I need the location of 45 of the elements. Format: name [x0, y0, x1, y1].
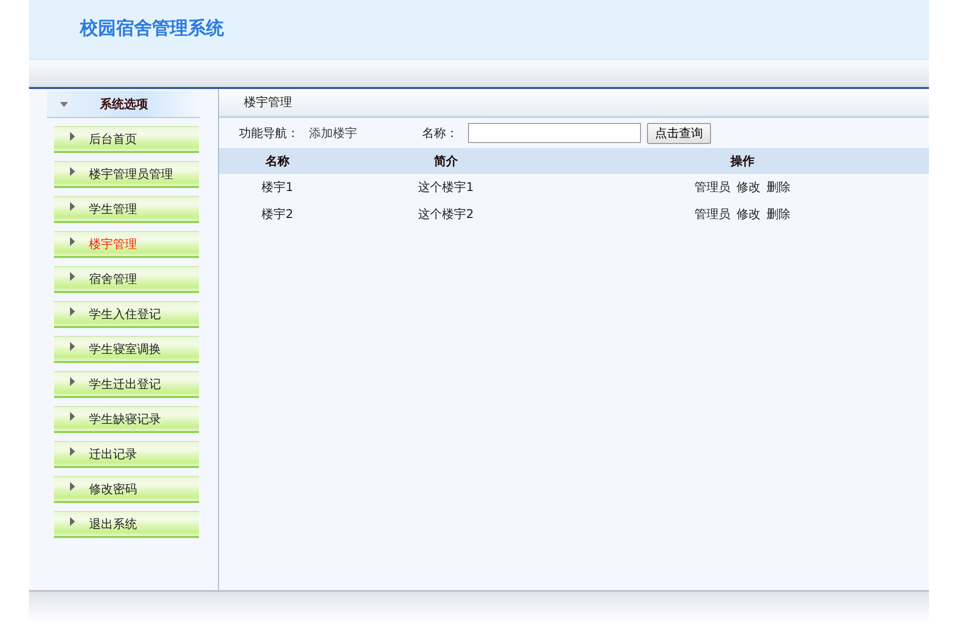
arrow-icon	[70, 236, 75, 246]
action-link[interactable]: 删除	[766, 207, 790, 221]
system-title: 校园宿舍管理系统	[80, 16, 224, 40]
menu-item[interactable]: 学生管理	[54, 196, 199, 223]
column-header: 简介	[434, 154, 458, 168]
nav-label: 功能导航：	[239, 124, 299, 142]
table-cell: 这个楼宇2	[418, 207, 474, 221]
menu-item[interactable]: 学生寝室调换	[54, 336, 199, 363]
arrow-icon	[70, 376, 75, 386]
action-link[interactable]: 管理员	[694, 207, 730, 221]
action-link[interactable]: 修改	[736, 180, 760, 194]
arrow-icon	[70, 202, 75, 210]
menu-item[interactable]: 楼宇管理员管理	[54, 161, 199, 188]
menu-item[interactable]: 学生迁出登记	[54, 371, 199, 398]
search-button[interactable]: 点击查询	[647, 122, 711, 144]
menu-item[interactable]: 退出系统	[54, 511, 199, 538]
table-cell: 这个楼宇1	[418, 180, 474, 194]
action-link[interactable]: 删除	[766, 180, 790, 194]
arrow-icon	[70, 166, 75, 176]
arrow-icon	[70, 306, 75, 316]
arrow-icon	[70, 412, 75, 420]
add-link[interactable]: 添加楼宇	[309, 124, 357, 142]
caret-icon	[60, 102, 68, 106]
column-header: 操作	[730, 154, 754, 168]
search-field[interactable]	[468, 123, 641, 143]
table-cell: 楼宇2	[262, 207, 294, 221]
action-link[interactable]: 管理员	[694, 180, 730, 194]
menu-item[interactable]: 迁出记录	[54, 441, 199, 468]
arrow-icon	[70, 342, 75, 350]
page-title: 楼宇管理	[244, 94, 292, 111]
arrow-icon	[70, 482, 75, 490]
sidebar-title: 系统选项	[100, 96, 148, 112]
column-header: 名称	[266, 154, 290, 168]
menu-item[interactable]: 后台首页	[54, 126, 199, 153]
arrow-icon	[70, 132, 75, 140]
action-link[interactable]: 修改	[736, 207, 760, 221]
menu-item[interactable]: 学生入住登记	[54, 301, 199, 328]
menu-item[interactable]: 学生缺寝记录	[54, 406, 199, 433]
arrow-icon	[70, 516, 75, 526]
table-cell: 楼宇1	[262, 180, 294, 194]
menu-item[interactable]: 宿舍管理	[54, 266, 199, 293]
menu-item[interactable]: 修改密码	[54, 476, 199, 503]
arrow-icon	[70, 272, 75, 280]
search-label: 名称：	[422, 124, 458, 142]
arrow-icon	[70, 446, 75, 456]
